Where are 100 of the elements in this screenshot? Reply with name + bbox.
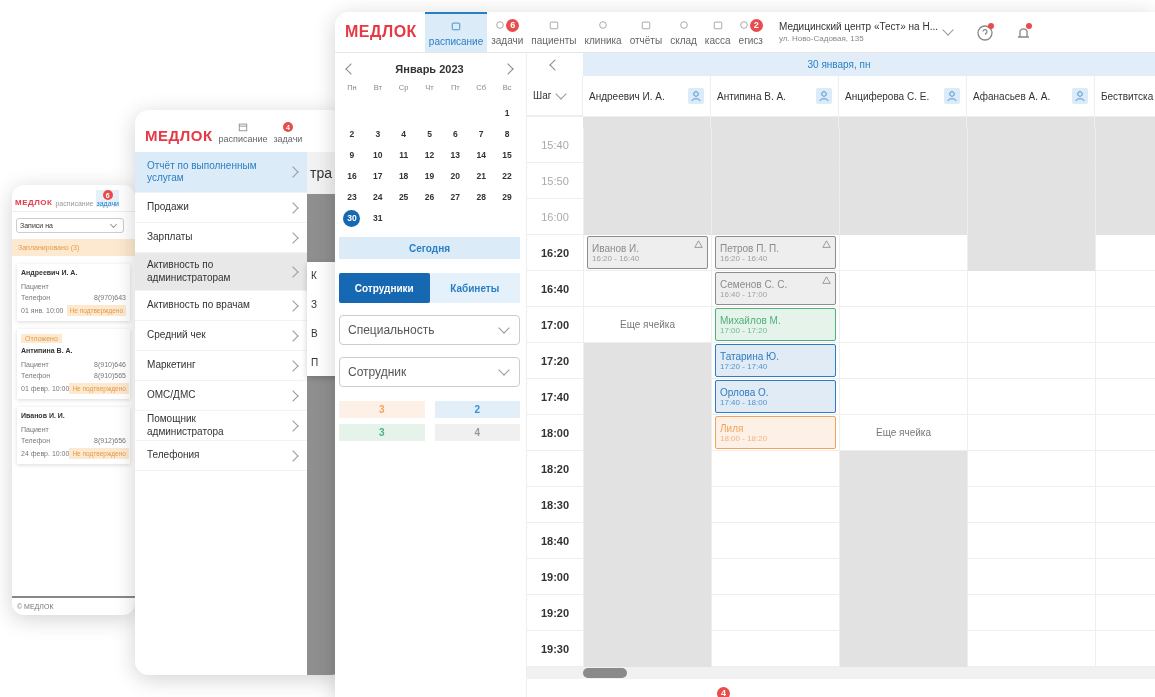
time-label: 18:20 bbox=[540, 462, 570, 475]
time-label: 17:00 bbox=[540, 318, 570, 331]
calendar-day[interactable]: 2 bbox=[339, 127, 365, 142]
logo: МЕДЛОК bbox=[145, 127, 213, 144]
time-label: 15:40 bbox=[541, 138, 569, 151]
calendar-day[interactable]: 12 bbox=[416, 148, 443, 163]
tab-icon bbox=[678, 20, 689, 30]
person-icon[interactable] bbox=[944, 88, 960, 104]
nav-tab[interactable]: 6 задачи bbox=[487, 12, 528, 52]
time-label: 16:40 bbox=[540, 282, 570, 295]
clinic-selector[interactable]: Медицинский центр «Тест» на Н... ул. Ново-Садовая, 135 bbox=[778, 12, 958, 52]
time-label: 18:00 bbox=[540, 426, 570, 439]
calendar-day[interactable]: 23 bbox=[339, 190, 365, 205]
nav-tab[interactable]: склад bbox=[666, 12, 701, 52]
tab-icon bbox=[712, 20, 723, 30]
unavailable-slot[interactable] bbox=[840, 631, 968, 667]
person-icon[interactable] bbox=[1072, 88, 1088, 104]
nav-tab[interactable]: расписание bbox=[424, 12, 488, 52]
month-title: Январь 2023 bbox=[395, 63, 464, 75]
time-slot[interactable] bbox=[840, 271, 968, 307]
calendar-day[interactable]: 5 bbox=[416, 127, 443, 142]
calendar-day[interactable]: 22 bbox=[494, 169, 520, 184]
unavailable-slot[interactable] bbox=[584, 199, 712, 235]
calendar-day[interactable]: 6 bbox=[442, 127, 469, 142]
calendar-day[interactable]: 8 bbox=[494, 127, 520, 142]
tab-icon bbox=[548, 20, 559, 30]
logo: МЕДЛОК bbox=[345, 23, 417, 41]
calendar-day[interactable]: 27 bbox=[442, 190, 469, 205]
logo: МЕДЛОК bbox=[15, 198, 53, 207]
count-tile: 2 bbox=[434, 401, 520, 418]
calendar-day[interactable]: 1 bbox=[494, 106, 520, 121]
count-tile: 3 bbox=[339, 401, 425, 418]
calendar-day[interactable]: 17 bbox=[364, 169, 391, 184]
view-toggle-button[interactable]: Кабинеты bbox=[429, 273, 520, 303]
time-slot[interactable] bbox=[968, 451, 1096, 487]
time-label: 19:30 bbox=[540, 642, 570, 655]
calendar-day[interactable]: 13 bbox=[442, 148, 469, 163]
date-banner: 30 января, пн bbox=[583, 53, 1155, 76]
time-slot[interactable] bbox=[968, 523, 1096, 559]
calendar-day[interactable]: 7 bbox=[468, 127, 495, 142]
tab-icon bbox=[598, 20, 609, 30]
calendar-day[interactable]: 29 bbox=[494, 190, 520, 205]
nav-tab[interactable]: 2 егисз bbox=[734, 12, 767, 52]
unavailable-slot[interactable] bbox=[584, 343, 712, 379]
unavailable-slot[interactable] bbox=[711, 117, 839, 127]
menu-item[interactable]: Отчёт по выполненным услугам bbox=[135, 152, 307, 193]
time-label: 15:50 bbox=[541, 174, 569, 187]
today-button[interactable]: Сегодня bbox=[339, 237, 520, 259]
person-icon[interactable] bbox=[688, 88, 704, 104]
calendar-day[interactable]: 10 bbox=[364, 148, 391, 163]
scrollbar-thumb[interactable] bbox=[583, 668, 627, 678]
calendar-day[interactable]: 4 bbox=[390, 127, 417, 142]
calendar-day[interactable]: 3 bbox=[364, 127, 391, 142]
time-slot[interactable] bbox=[968, 415, 1096, 451]
unavailable-slot[interactable] bbox=[712, 199, 840, 235]
calendar-day[interactable]: 21 bbox=[468, 169, 495, 184]
calendar-day[interactable]: 11 bbox=[390, 148, 417, 163]
calendar-day[interactable]: 16 bbox=[339, 169, 365, 184]
slot-note: Еще ячейка bbox=[875, 427, 932, 438]
tab-icon bbox=[495, 20, 506, 30]
time-label: 18:40 bbox=[540, 534, 570, 547]
calendar-day[interactable]: 24 bbox=[364, 190, 391, 205]
count-tile: 4 bbox=[434, 424, 520, 441]
filter-dropdown[interactable]: Специальность bbox=[339, 315, 520, 345]
nav-tab[interactable]: отчёты bbox=[625, 12, 667, 52]
time-slot[interactable] bbox=[968, 487, 1096, 523]
time-slot[interactable] bbox=[968, 271, 1096, 307]
time-label: 18:30 bbox=[540, 498, 570, 511]
calendar-day[interactable]: 31 bbox=[364, 211, 391, 226]
person-icon[interactable] bbox=[816, 88, 832, 104]
calendar-day[interactable]: 15 bbox=[494, 148, 520, 163]
nav-tab[interactable]: расписание bbox=[218, 122, 268, 144]
time-slot[interactable] bbox=[968, 595, 1096, 631]
view-toggle-button[interactable]: Сотрудники bbox=[339, 273, 430, 303]
calendar-day[interactable]: 26 bbox=[416, 190, 443, 205]
calendar-day[interactable]: 14 bbox=[468, 148, 495, 163]
menu-item[interactable]: Активность по администраторам bbox=[135, 253, 307, 291]
unavailable-slot[interactable] bbox=[839, 117, 967, 127]
filter-dropdown[interactable]: Сотрудник bbox=[339, 357, 520, 387]
calendar-day[interactable]: 30 bbox=[343, 210, 361, 227]
calendar-day[interactable]: 9 bbox=[339, 148, 365, 163]
doctor-name: Афанасьев А. А. bbox=[973, 90, 1051, 102]
help-icon[interactable] bbox=[975, 22, 996, 42]
time-slot[interactable] bbox=[968, 559, 1096, 595]
unavailable-slot[interactable] bbox=[840, 199, 968, 235]
calendar-day[interactable]: 19 bbox=[416, 169, 443, 184]
calendar-day[interactable]: 18 bbox=[390, 169, 417, 184]
count-badge: 4 bbox=[717, 686, 730, 697]
calendar-day[interactable]: 20 bbox=[442, 169, 469, 184]
unavailable-slot[interactable] bbox=[840, 451, 968, 487]
nav-tab[interactable]: клиника bbox=[580, 12, 626, 52]
unavailable-slot[interactable] bbox=[967, 117, 1095, 127]
tab-icon bbox=[738, 20, 749, 30]
unavailable-slot[interactable] bbox=[968, 235, 1096, 271]
calendar-day[interactable]: 25 bbox=[390, 190, 417, 205]
nav-tab[interactable]: пациенты bbox=[527, 12, 581, 52]
unavailable-slot[interactable] bbox=[583, 117, 711, 127]
step-selector[interactable]: Шаг bbox=[527, 76, 583, 116]
nav-tab[interactable]: касса bbox=[700, 12, 735, 52]
calendar-day[interactable]: 28 bbox=[468, 190, 495, 205]
